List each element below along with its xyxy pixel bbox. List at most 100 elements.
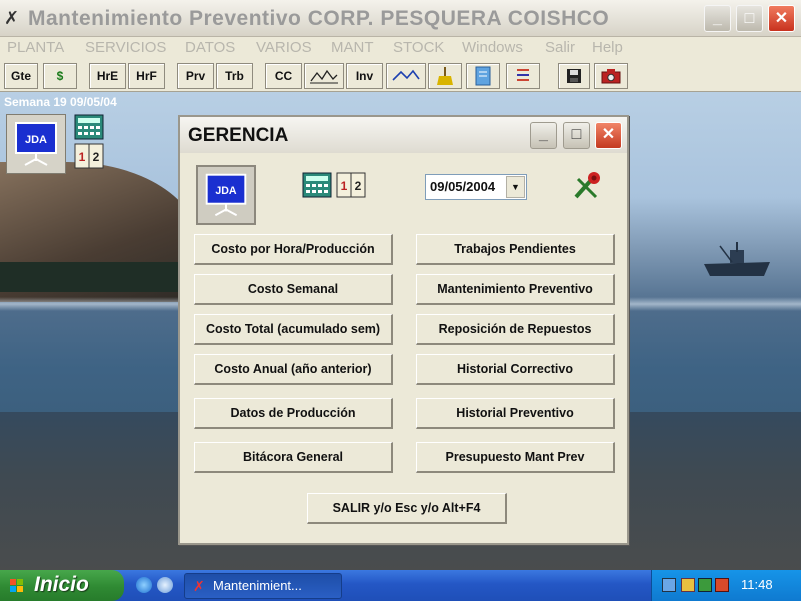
prv-button[interactable]: Prv <box>177 63 214 89</box>
menu-planta[interactable]: PLANTA <box>7 39 64 56</box>
jda-dialog-icon[interactable]: JDA <box>196 165 256 225</box>
windows-logo-icon <box>10 579 23 592</box>
trb-button[interactable]: Trb <box>216 63 253 89</box>
toolbar: Gte $ HrE HrF Prv Trb CC Inv <box>0 59 801 92</box>
numbers-desktop-icon[interactable]: 1 2 <box>74 143 104 169</box>
menu-servicios[interactable]: SERVICIOS <box>85 39 166 56</box>
app-window: ✗ Mantenimiento Preventivo CORP. PESQUER… <box>0 0 801 570</box>
svg-text:1: 1 <box>79 150 86 164</box>
calculator-desktop-icon[interactable] <box>74 114 104 140</box>
close-button[interactable]: ✕ <box>768 5 795 32</box>
camera-button[interactable] <box>594 63 628 89</box>
start-label: Inicio <box>34 573 89 596</box>
save-button[interactable] <box>558 63 590 89</box>
clock: 11:48 <box>741 577 773 592</box>
dialog-title-bar: GERENCIA _ □ ✕ <box>180 117 627 153</box>
user-icon[interactable] <box>681 578 695 592</box>
broom-button[interactable] <box>428 63 462 89</box>
browser-icon[interactable] <box>136 577 152 593</box>
historial-preventivo-button[interactable]: Historial Preventivo <box>416 398 615 429</box>
document-icon <box>475 66 491 86</box>
line-chart-icon <box>310 69 338 84</box>
date-dropdown[interactable]: 09/05/2004 ▼ <box>425 174 527 200</box>
trend-icon <box>392 69 420 81</box>
maximize-button[interactable]: □ <box>736 5 763 32</box>
floppy-icon <box>567 69 581 83</box>
title-bar: ✗ Mantenimiento Preventivo CORP. PESQUER… <box>0 0 801 37</box>
boat-image <box>704 242 770 276</box>
mantenimiento-preventivo-button[interactable]: Mantenimiento Preventivo <box>416 274 615 305</box>
jda-text: JDA <box>215 185 237 197</box>
shore-scenery <box>0 262 200 292</box>
trend-button[interactable] <box>386 63 426 89</box>
gte-button[interactable]: Gte <box>4 63 38 89</box>
close-icon: ✕ <box>601 126 616 143</box>
line-chart-button[interactable] <box>304 63 344 89</box>
date-value: 09/05/2004 <box>430 179 496 194</box>
gerencia-dialog: GERENCIA _ □ ✕ JDA 1 2 09/05/2004 ▼ Cost… <box>178 115 629 545</box>
historial-correctivo-button[interactable]: Historial Correctivo <box>416 354 615 385</box>
jda-text: JDA <box>25 134 47 146</box>
trabajos-pendientes-button[interactable]: Trabajos Pendientes <box>416 234 615 265</box>
dialog-minimize-button[interactable]: _ <box>530 122 557 149</box>
week-label: Semana 19 09/05/04 <box>4 95 117 109</box>
costo-hora-produccion-button[interactable]: Costo por Hora/Producción <box>194 234 393 265</box>
menu-salir[interactable]: Salir <box>545 39 575 56</box>
presupuesto-mant-prev-button[interactable]: Presupuesto Mant Prev <box>416 442 615 473</box>
hre-button[interactable]: HrE <box>89 63 126 89</box>
numbers-icon: 1 2 <box>74 143 104 169</box>
costo-semanal-button[interactable]: Costo Semanal <box>194 274 393 305</box>
menu-windows[interactable]: Windows <box>462 39 523 56</box>
tools-button[interactable] <box>570 169 604 203</box>
menu-mant[interactable]: MANT <box>331 39 374 56</box>
tools-app-icon: ✗ <box>4 8 20 28</box>
salir-button[interactable]: SALIR y/o Esc y/o Alt+F4 <box>307 493 507 524</box>
jda-desktop-icon[interactable]: JDA <box>6 114 66 174</box>
hrf-button[interactable]: HrF <box>128 63 165 89</box>
cc-button[interactable]: CC <box>265 63 302 89</box>
maximize-icon: □ <box>571 126 582 143</box>
datos-produccion-button[interactable]: Datos de Producción <box>194 398 393 429</box>
calculator-icon <box>74 114 104 140</box>
tools-app-icon: ✗ <box>193 578 205 594</box>
inv-button[interactable]: Inv <box>346 63 383 89</box>
system-tray <box>651 570 801 601</box>
camera-icon <box>601 69 621 84</box>
taskbar-app-button[interactable]: ✗ Mantenimient... <box>184 573 342 599</box>
reposicion-repuestos-button[interactable]: Reposición de Repuestos <box>416 314 615 345</box>
jda-monitor-icon: JDA <box>15 122 57 166</box>
costo-total-button[interactable]: Costo Total (acumulado sem) <box>194 314 393 345</box>
taskbar-app-label: Mantenimient... <box>213 578 302 593</box>
svg-text:1: 1 <box>341 179 348 193</box>
dialog-maximize-button[interactable]: □ <box>563 122 590 149</box>
bitacora-general-button[interactable]: Bitácora General <box>194 442 393 473</box>
chevron-down-icon[interactable]: ▼ <box>506 176 525 198</box>
alert-icon[interactable] <box>715 578 729 592</box>
menu-datos[interactable]: DATOS <box>185 39 235 56</box>
menu-help[interactable]: Help <box>592 39 623 56</box>
list-button[interactable] <box>506 63 540 89</box>
list-icon <box>517 69 529 81</box>
taskbar: Inicio ✗ Mantenimient... 11:48 <box>0 570 801 601</box>
document-button[interactable] <box>466 63 500 89</box>
app-title: Mantenimiento Preventivo CORP. PESQUERA … <box>28 7 610 30</box>
calculator-button[interactable] <box>302 171 332 199</box>
menu-bar: PLANTA SERVICIOS DATOS VARIOS MANT STOCK… <box>0 37 801 59</box>
svg-text:2: 2 <box>93 150 100 164</box>
minimize-button[interactable]: _ <box>704 5 731 32</box>
jda-monitor-icon: JDA <box>205 173 247 217</box>
minimize-icon: _ <box>539 126 548 143</box>
broom-icon <box>437 67 453 85</box>
costo-anual-button[interactable]: Costo Anual (año anterior) <box>194 354 393 385</box>
calculator-icon <box>302 172 332 198</box>
quicklaunch-icon[interactable] <box>157 577 173 593</box>
security-icon[interactable] <box>698 578 712 592</box>
network-icon[interactable] <box>662 578 676 592</box>
menu-varios[interactable]: VARIOS <box>256 39 312 56</box>
numbers-icon: 1 2 <box>336 172 366 198</box>
dollar-button[interactable]: $ <box>43 63 77 89</box>
menu-stock[interactable]: STOCK <box>393 39 444 56</box>
numbers-button[interactable]: 1 2 <box>336 171 366 199</box>
start-button[interactable]: Inicio <box>0 570 124 601</box>
dialog-close-button[interactable]: ✕ <box>595 122 622 149</box>
